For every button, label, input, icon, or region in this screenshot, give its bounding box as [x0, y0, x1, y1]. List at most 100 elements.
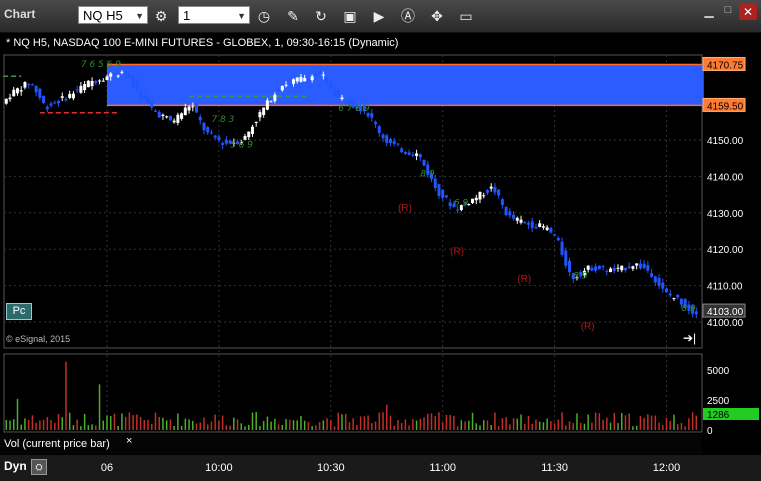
- candle-body: [385, 135, 389, 143]
- candle-body: [254, 121, 258, 123]
- candle-body: [12, 89, 16, 97]
- volume-tick-label: 2500: [707, 396, 730, 407]
- candle-body: [422, 159, 426, 166]
- candle-body: [556, 237, 560, 241]
- dyn-settings-icon[interactable]: ⛭: [31, 459, 47, 475]
- candle-body: [564, 250, 568, 266]
- candle-body: [269, 101, 273, 103]
- maximize-icon[interactable]: □: [720, 4, 736, 20]
- price-badge-label: 4159.50: [707, 101, 744, 112]
- candle-body: [627, 266, 631, 268]
- app-title: Chart: [4, 7, 36, 21]
- jump-to-end-icon[interactable]: ➔|: [683, 331, 696, 345]
- setup-count-label: 6 9: [454, 199, 469, 209]
- gear-settings-icon[interactable]: ▣: [339, 6, 361, 26]
- candle-body: [209, 132, 213, 134]
- candle-body: [105, 76, 109, 81]
- pc-button[interactable]: Pc: [6, 303, 32, 320]
- supply-zone: [107, 64, 704, 106]
- dyn-label: Dyn: [4, 459, 27, 473]
- candle-body: [530, 221, 534, 228]
- candle: [86, 80, 90, 88]
- price-chart[interactable]: 7 6 5 6 9 7 8 3 5 6 9 6 7 8 9 8 9 6 9 8 9 8 9 (R…: [0, 32, 761, 481]
- candle-body: [545, 227, 549, 230]
- candle-body: [142, 95, 146, 98]
- candle-body: [30, 84, 34, 86]
- cycle-icon[interactable]: ↻: [310, 6, 332, 26]
- candle-body: [310, 76, 314, 81]
- candle-body: [139, 90, 143, 98]
- candle-body: [642, 263, 646, 269]
- alert-icon[interactable]: Ⓐ: [397, 6, 419, 26]
- candle-body: [161, 114, 165, 116]
- candle-body: [75, 89, 79, 91]
- candle-body: [8, 97, 12, 100]
- candle-body: [482, 195, 486, 197]
- candle-body: [489, 186, 493, 189]
- tools-icon[interactable]: ✥: [426, 6, 448, 26]
- candle-body: [523, 222, 527, 224]
- pencil-icon[interactable]: ✎: [282, 6, 304, 26]
- candle-body: [23, 82, 27, 88]
- symbol-input[interactable]: NQ H5 ▼: [78, 6, 148, 24]
- refresh-settings-icon[interactable]: ⚙: [150, 6, 172, 26]
- candle-body: [526, 223, 530, 225]
- symbol-dropdown-icon[interactable]: ▼: [135, 7, 144, 25]
- candle-body: [616, 267, 620, 269]
- candle-body: [19, 90, 23, 92]
- candle-body: [657, 277, 661, 286]
- candle-body: [388, 139, 392, 143]
- candle: [564, 247, 568, 269]
- y-tick-label: 4100.00: [707, 318, 744, 329]
- interval-input[interactable]: 1 ▼: [178, 6, 250, 24]
- candle-body: [112, 74, 116, 76]
- comment-icon[interactable]: ▭: [455, 6, 477, 26]
- minimize-icon[interactable]: ▁: [701, 4, 717, 20]
- clock-icon[interactable]: ◷: [253, 6, 275, 26]
- interval-dropdown-icon[interactable]: ▼: [237, 7, 246, 25]
- candle-body: [183, 107, 187, 116]
- candle-body: [668, 293, 672, 296]
- candle-body: [471, 198, 475, 204]
- play-icon[interactable]: ▶: [368, 6, 390, 26]
- candle-body: [635, 263, 639, 266]
- candle-body: [333, 88, 337, 97]
- candle-body: [653, 276, 657, 283]
- candle-body: [504, 206, 508, 216]
- chart-window-titlebar: Chart NQ H5 ▼ ⚙ 1 ▼ ◷ ✎ ↻ ▣ ▶ Ⓐ ✥ ▭ ▁ □ …: [0, 0, 761, 33]
- candle-body: [265, 100, 269, 110]
- candle-body: [71, 93, 75, 99]
- candle-body: [553, 234, 557, 236]
- candle-body: [400, 148, 404, 153]
- y-tick-label: 4110.00: [707, 282, 743, 293]
- x-tick-label: 10:00: [205, 462, 233, 474]
- candle-body: [299, 76, 303, 82]
- candle-body: [191, 106, 195, 108]
- candle-body: [120, 71, 124, 73]
- setup-count-label: 7 6 5 6 9: [81, 60, 121, 70]
- candle-body: [456, 209, 460, 211]
- candle-body: [153, 110, 157, 112]
- candle-body: [213, 135, 217, 138]
- candle-body: [127, 73, 131, 77]
- close-icon[interactable]: ✕: [739, 4, 757, 20]
- candle-body: [485, 190, 489, 193]
- candle-body: [623, 267, 627, 271]
- candle-body: [676, 294, 680, 298]
- volume-tick-label: 0: [707, 426, 713, 437]
- candle-body: [295, 77, 299, 82]
- x-tick-label: 10:30: [317, 462, 345, 474]
- candle-body: [45, 106, 49, 110]
- candle-body: [515, 217, 519, 221]
- setup-count-label: 8 9: [420, 169, 435, 179]
- candle: [504, 206, 508, 217]
- candle-body: [392, 141, 396, 144]
- candle-body: [195, 104, 199, 113]
- candle-body: [474, 197, 478, 201]
- candle-body: [221, 143, 225, 145]
- candle-body: [560, 241, 564, 255]
- candle-body: [549, 228, 553, 233]
- candle-body: [90, 80, 94, 87]
- volume-panel-close-icon[interactable]: ×: [126, 435, 132, 447]
- signal-label: (R): [450, 247, 464, 258]
